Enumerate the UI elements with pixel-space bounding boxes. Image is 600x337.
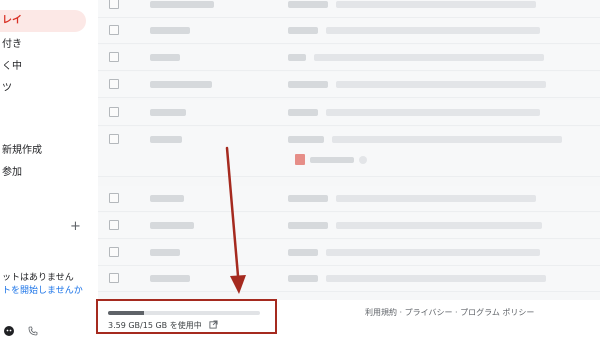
row-sender bbox=[150, 27, 190, 34]
row-checkbox[interactable] bbox=[109, 25, 119, 35]
phone-icon[interactable] bbox=[28, 326, 38, 336]
row-sender bbox=[150, 222, 194, 229]
row-subject bbox=[288, 195, 328, 202]
sidebar-item-join-meeting[interactable]: 参加 bbox=[0, 162, 22, 184]
row-subject bbox=[288, 109, 318, 116]
email-row[interactable] bbox=[98, 100, 600, 126]
email-row[interactable] bbox=[98, 266, 600, 292]
row-checkbox[interactable] bbox=[109, 134, 119, 144]
email-row[interactable] bbox=[98, 18, 600, 44]
row-checkbox[interactable] bbox=[109, 220, 119, 230]
row-checkbox[interactable] bbox=[109, 79, 119, 89]
attachment-name bbox=[310, 157, 354, 163]
sidebar: レイ 付き く中 ツ 新規作成 参加 + ットはありません トを開始しませんか bbox=[0, 0, 98, 337]
sidebar-item-starred[interactable]: 付き bbox=[0, 34, 22, 56]
row-snippet bbox=[326, 109, 540, 116]
storage-usage-text[interactable]: 3.59 GB/15 GB を使用中 bbox=[108, 320, 202, 331]
row-subject bbox=[288, 136, 324, 143]
row-subject bbox=[288, 275, 318, 282]
row-subject bbox=[288, 54, 306, 61]
add-hangout-button[interactable]: + bbox=[70, 219, 81, 234]
row-snippet bbox=[332, 136, 562, 143]
hangouts-empty-message: ットはありません bbox=[2, 273, 74, 283]
attachment-chip[interactable] bbox=[295, 152, 389, 168]
row-snippet bbox=[314, 54, 544, 61]
email-row[interactable] bbox=[98, 72, 600, 98]
attachment-action-icon bbox=[359, 156, 367, 164]
row-checkbox[interactable] bbox=[109, 273, 119, 283]
email-row[interactable] bbox=[98, 0, 600, 18]
row-subject bbox=[288, 27, 318, 34]
row-checkbox[interactable] bbox=[109, 193, 119, 203]
row-sender bbox=[150, 275, 190, 282]
storage-usage-bar bbox=[108, 311, 260, 315]
row-snippet bbox=[326, 275, 546, 282]
row-checkbox[interactable] bbox=[109, 0, 119, 9]
row-snippet bbox=[336, 1, 536, 8]
sidebar-item-snoozed[interactable]: く中 bbox=[0, 56, 22, 78]
email-row[interactable] bbox=[98, 186, 600, 212]
row-snippet bbox=[336, 81, 546, 88]
hangouts-start-link[interactable]: トを開始しませんか bbox=[2, 283, 83, 296]
row-sender bbox=[150, 195, 184, 202]
pdf-icon bbox=[295, 154, 305, 165]
row-sender bbox=[150, 54, 180, 61]
row-subject bbox=[288, 222, 328, 229]
row-subject bbox=[288, 81, 328, 88]
footer-links[interactable]: 利用規約 · プライバシー · プログラム ポリシー bbox=[365, 307, 534, 318]
row-sender bbox=[150, 109, 186, 116]
storage-usage-fill bbox=[108, 311, 145, 315]
row-sender bbox=[150, 1, 214, 8]
row-sender bbox=[150, 136, 182, 143]
row-subject bbox=[288, 249, 318, 256]
row-snippet bbox=[336, 222, 542, 229]
email-list bbox=[98, 0, 600, 300]
email-row[interactable] bbox=[98, 45, 600, 71]
row-checkbox[interactable] bbox=[109, 247, 119, 257]
external-link-icon[interactable] bbox=[209, 320, 218, 329]
row-snippet bbox=[326, 249, 540, 256]
row-sender bbox=[150, 81, 212, 88]
row-subject bbox=[288, 1, 328, 8]
email-row[interactable] bbox=[98, 213, 600, 239]
row-checkbox[interactable] bbox=[109, 52, 119, 62]
row-sender bbox=[150, 249, 180, 256]
row-snippet bbox=[336, 195, 536, 202]
sidebar-item-new-meeting[interactable]: 新規作成 bbox=[0, 140, 42, 162]
email-row[interactable] bbox=[98, 240, 600, 266]
row-checkbox[interactable] bbox=[109, 107, 119, 117]
chat-icon[interactable] bbox=[4, 325, 14, 336]
row-snippet bbox=[326, 27, 540, 34]
sidebar-bottom-toolbar bbox=[4, 324, 38, 337]
sidebar-item-more[interactable]: ツ bbox=[0, 78, 12, 100]
storage-highlight-box: 3.59 GB/15 GB を使用中 bbox=[96, 299, 277, 334]
sidebar-item-primary[interactable]: レイ bbox=[0, 10, 86, 32]
